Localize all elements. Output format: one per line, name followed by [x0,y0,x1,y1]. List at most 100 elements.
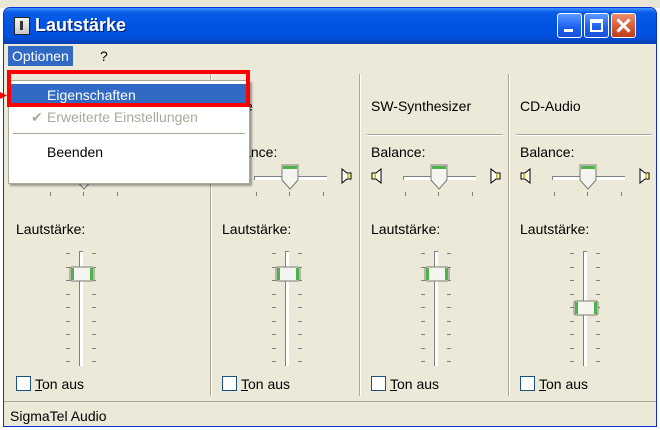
mute-checkbox[interactable] [371,376,386,391]
balance-slider-thumb[interactable] [281,164,299,190]
speaker-right-icon [338,168,352,184]
volume-tick [298,307,302,308]
balance-ticks [50,192,118,196]
volume-slider-thumb[interactable] [69,266,95,282]
checkmark-icon: ✔ [31,109,43,125]
volume-tick [421,334,425,335]
volume-tick [596,266,600,268]
volume-tick [570,293,574,295]
volume-tick [66,307,70,308]
volume-tick [92,307,96,308]
mute-checkbox[interactable] [16,376,31,391]
volume-tick [570,253,574,254]
volume-tick [421,293,425,295]
mute-label: Ton aus [35,376,85,392]
volume-tick [447,253,451,254]
balance-label: Balance: [371,144,426,160]
channel-title: SW-Synthesizer [371,98,472,114]
window-title: Lautstärke [35,15,127,35]
volume-slider-thumb[interactable] [275,266,301,282]
volume-tick [421,361,425,362]
volume-tick [272,293,276,295]
volume-tick [421,307,425,308]
volume-tick [272,320,276,322]
mute-label: Ton aus [539,376,589,392]
menu-bar: Optionen ? [4,44,656,68]
balance-label: Balance: [520,144,575,160]
volume-tick [272,361,276,362]
status-bar: SigmaTel Audio [4,401,656,426]
menu-options[interactable]: Optionen [8,46,73,66]
volume-tick [92,334,96,335]
volume-tick [298,347,302,349]
balance-slider-thumb[interactable] [579,164,597,190]
channel-title: CD-Audio [520,98,581,114]
volume-label: Lautstärke: [371,221,441,237]
volume-tick [570,334,574,335]
volume-tick [272,334,276,335]
mute-checkbox[interactable] [222,376,237,391]
mute-label: Ton aus [241,376,291,392]
minimize-button[interactable] [557,13,582,38]
volume-tick [570,280,574,281]
annotation-arrow-icon [0,86,7,99]
menu-item-beenden[interactable]: Beenden [11,141,247,163]
speaker-right-icon [636,168,650,184]
volume-tick [570,347,574,349]
volume-tick [570,320,574,322]
device-name: SigmaTel Audio [10,408,107,424]
volume-tick [596,347,600,349]
volume-tick [570,361,574,362]
volume-tick [298,334,302,335]
volume-tick [447,334,451,335]
volume-tick [570,266,574,268]
mute-checkbox[interactable] [520,376,535,391]
volume-tick [272,347,276,349]
volume-tick [272,307,276,308]
menu-help[interactable]: ? [100,46,108,66]
balance-ticks [405,192,473,196]
volume-tick [596,361,600,362]
volume-label: Lautstärke: [520,221,590,237]
volume-tick [421,347,425,349]
volume-tick [596,320,600,322]
volume-tick [92,253,96,254]
title-divider [516,134,652,136]
volume-tick [92,293,96,295]
volume-tick [92,361,96,362]
volume-slider-thumb[interactable] [573,300,599,316]
volume-tick [447,320,451,322]
highlight-annotation-box [7,70,250,107]
balance-slider-thumb[interactable] [430,164,448,190]
volume-tick [298,293,302,295]
volume-label: Lautstärke: [222,221,292,237]
volume-app-icon [14,17,30,35]
volume-tick [92,320,96,322]
title-bar[interactable]: Lautstärke [4,8,656,44]
volume-tick [298,361,302,362]
channel-column-3: SW-Synthesizer Balance: Lautstärke: Ton … [361,70,509,395]
volume-tick [447,361,451,362]
speaker-left-icon [520,168,534,184]
volume-slider-thumb[interactable] [424,266,450,282]
volume-tick [66,293,70,295]
volume-tick [92,347,96,349]
volume-tick [421,320,425,322]
balance-ticks [554,192,622,196]
volume-tick [298,320,302,322]
volume-tick [596,334,600,335]
speaker-left-icon [371,168,385,184]
minimize-icon [564,29,573,32]
volume-tick [596,253,600,254]
volume-tick [596,293,600,295]
speaker-right-icon [487,168,501,184]
volume-tick [447,293,451,295]
volume-tick [66,253,70,254]
maximize-icon [590,19,603,32]
mute-label: Ton aus [390,376,440,392]
volume-tick [66,347,70,349]
maximize-button[interactable] [584,13,609,38]
volume-tick [66,361,70,362]
volume-tick [596,280,600,281]
close-button[interactable] [611,13,636,38]
